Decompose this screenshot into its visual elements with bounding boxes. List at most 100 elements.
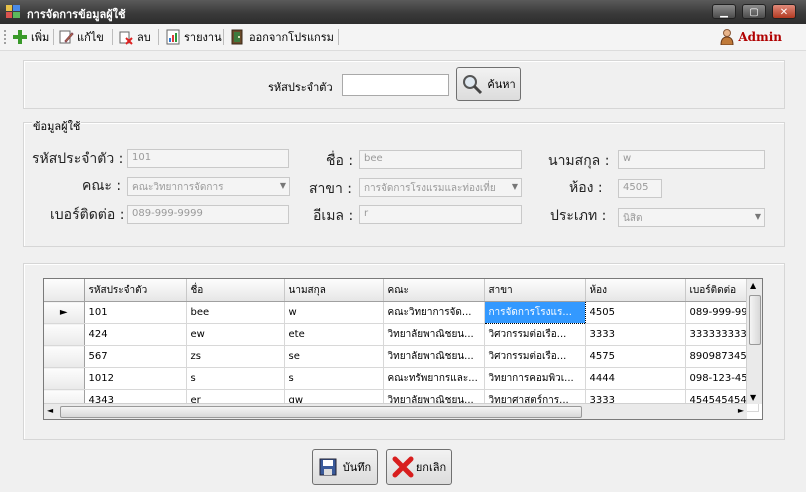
scroll-up-icon[interactable]: ▲ bbox=[750, 281, 756, 290]
cancel-x-icon bbox=[392, 456, 414, 478]
table-cell[interactable]: วิทยาลัยพาณิชยน... bbox=[383, 345, 485, 368]
surname-label: นามสกุล : bbox=[548, 153, 610, 169]
table-cell[interactable]: คณะทรัพยากรและ... bbox=[383, 367, 485, 390]
table-cell[interactable]: วิศวกรรมต่อเรือ... bbox=[484, 323, 586, 346]
table-cell[interactable]: ete bbox=[284, 323, 384, 346]
search-button[interactable]: ค้นหา bbox=[456, 67, 521, 101]
title-bar: การจัดการข้อมูลผู้ใช้ ▁ ▢ ✕ bbox=[0, 0, 806, 24]
email-field[interactable]: r bbox=[359, 205, 522, 224]
users-grid[interactable]: รหัสประจำตัว ชื่อ นามสกุล คณะ สาขา ห้อง … bbox=[43, 278, 763, 420]
search-label: รหัสประจำตัว bbox=[268, 81, 333, 94]
table-cell[interactable]: วิทยาการคอมพิวเ... bbox=[484, 367, 586, 390]
exit-button[interactable]: ออกจากโปรแกรม bbox=[230, 28, 334, 46]
row-header[interactable] bbox=[44, 367, 85, 390]
table-cell[interactable]: bee bbox=[186, 301, 285, 324]
phone-field[interactable]: 089-999-9999 bbox=[127, 205, 289, 224]
horizontal-scroll-thumb[interactable] bbox=[60, 406, 582, 418]
table-cell[interactable]: zs bbox=[186, 345, 285, 368]
scroll-down-icon[interactable]: ▼ bbox=[750, 393, 756, 402]
plus-icon bbox=[13, 30, 27, 44]
table-row[interactable]: 567 zs se วิทยาลัยพาณิชยน... วิศวกรรมต่อ… bbox=[44, 345, 759, 368]
edit-icon bbox=[59, 30, 74, 44]
name-field[interactable]: bee bbox=[359, 150, 522, 169]
faculty-label: คณะ : bbox=[82, 178, 122, 194]
delete-icon bbox=[119, 31, 133, 45]
vertical-scroll-thumb[interactable] bbox=[749, 295, 761, 345]
toolbar: เพิ่ม แก้ไข ลบ รายงาน ออกจากโปรแกรม Admi… bbox=[0, 24, 806, 51]
search-input[interactable] bbox=[342, 74, 449, 96]
vertical-scrollbar[interactable]: ▲ ▼ bbox=[746, 279, 762, 404]
user-name: Admin bbox=[738, 30, 782, 44]
toolbar-grip[interactable] bbox=[4, 30, 8, 44]
column-header[interactable]: ชื่อ bbox=[186, 279, 285, 302]
type-label: ประเภท : bbox=[550, 208, 607, 224]
scroll-right-icon[interactable]: ► bbox=[738, 406, 744, 415]
table-cell[interactable]: 4575 bbox=[585, 345, 686, 368]
horizontal-scrollbar[interactable]: ◄ ► bbox=[44, 403, 747, 419]
exit-door-icon bbox=[231, 29, 243, 45]
row-header[interactable] bbox=[44, 323, 85, 346]
table-cell[interactable]: 567 bbox=[84, 345, 187, 368]
name-label: ชื่อ : bbox=[326, 153, 354, 169]
window-title: การจัดการข้อมูลผู้ใช้ bbox=[27, 8, 126, 21]
table-cell[interactable]: ew bbox=[186, 323, 285, 346]
table-cell-selected[interactable]: การจัดการโรงแร... bbox=[483, 301, 586, 324]
edit-button[interactable]: แก้ไข bbox=[58, 28, 104, 46]
table-cell[interactable]: 4444 bbox=[585, 367, 686, 390]
table-row[interactable]: ► 101 bee w คณะวิทยาการจัด... การจัดการโ… bbox=[44, 301, 759, 324]
magnifier-icon bbox=[463, 75, 483, 95]
table-cell[interactable]: วิทยาลัยพาณิชยน... bbox=[383, 323, 485, 346]
table-cell[interactable]: 1012 bbox=[84, 367, 187, 390]
chevron-down-icon: ▼ bbox=[511, 182, 518, 191]
phone-label: เบอร์ติดต่อ : bbox=[50, 207, 125, 223]
column-header[interactable]: คณะ bbox=[383, 279, 485, 302]
table-cell[interactable]: 3333 bbox=[585, 323, 686, 346]
column-header[interactable]: สาขา bbox=[484, 279, 586, 302]
chevron-down-icon: ▼ bbox=[754, 212, 761, 221]
close-button[interactable]: ✕ bbox=[772, 4, 796, 19]
scroll-left-icon[interactable]: ◄ bbox=[47, 406, 53, 415]
column-header[interactable]: นามสกุล bbox=[284, 279, 384, 302]
delete-button[interactable]: ลบ bbox=[118, 28, 151, 46]
search-panel: รหัสประจำตัว ค้นหา bbox=[23, 60, 785, 109]
row-header[interactable] bbox=[44, 345, 85, 368]
table-cell[interactable]: s bbox=[186, 367, 285, 390]
id-label: รหัสประจำตัว : bbox=[32, 151, 124, 167]
table-cell[interactable]: วิศวกรรมต่อเรือ... bbox=[484, 345, 586, 368]
major-label: สาขา : bbox=[309, 181, 353, 197]
minimize-button[interactable]: ▁ bbox=[712, 4, 736, 19]
table-header-row: รหัสประจำตัว ชื่อ นามสกุล คณะ สาขา ห้อง … bbox=[44, 279, 759, 302]
major-select[interactable]: การจัดการโรงแรมและท่องเที่ย ▼ bbox=[359, 178, 522, 197]
table-row[interactable]: 424 ew ete วิทยาลัยพาณิชยน... วิศวกรรมต่… bbox=[44, 323, 759, 346]
table-row[interactable]: 1012 s s คณะทรัพยากรและ... วิทยาการคอมพิ… bbox=[44, 367, 759, 390]
table-cell[interactable]: 101 bbox=[84, 301, 187, 324]
faculty-select[interactable]: คณะวิทยาการจัดการ ▼ bbox=[127, 177, 290, 196]
user-info-group: ข้อมูลผู้ใช้ รหัสประจำตัว : 101 ชื่อ : b… bbox=[23, 117, 785, 247]
add-button[interactable]: เพิ่ม bbox=[12, 28, 49, 46]
current-row-arrow-icon: ► bbox=[59, 307, 68, 318]
column-header[interactable]: ห้อง bbox=[585, 279, 686, 302]
id-field[interactable]: 101 bbox=[127, 149, 289, 168]
table-cell[interactable]: 4505 bbox=[585, 301, 686, 324]
report-button[interactable]: รายงาน bbox=[165, 28, 222, 46]
table-cell[interactable]: w bbox=[284, 301, 384, 324]
table-cell[interactable]: คณะวิทยาการจัด... bbox=[383, 301, 485, 324]
column-header[interactable]: รหัสประจำตัว bbox=[84, 279, 187, 302]
table-cell[interactable]: se bbox=[284, 345, 384, 368]
current-user: Admin bbox=[720, 29, 782, 45]
table-cell[interactable]: 424 bbox=[84, 323, 187, 346]
app-icon bbox=[6, 5, 20, 18]
room-label: ห้อง : bbox=[569, 180, 603, 196]
surname-field[interactable]: w bbox=[618, 150, 765, 169]
email-label: อีเมล : bbox=[313, 208, 354, 224]
type-select[interactable]: นิสิต ▼ bbox=[618, 208, 765, 227]
maximize-button[interactable]: ▢ bbox=[742, 4, 766, 19]
save-button[interactable]: บันทึก bbox=[312, 449, 378, 485]
user-icon bbox=[720, 29, 734, 45]
cancel-button[interactable]: ยกเลิก bbox=[386, 449, 452, 485]
floppy-disk-icon bbox=[319, 458, 337, 476]
row-header[interactable]: ► bbox=[44, 301, 85, 324]
corner-header[interactable] bbox=[44, 279, 85, 302]
room-field[interactable]: 4505 bbox=[618, 179, 662, 198]
table-cell[interactable]: s bbox=[284, 367, 384, 390]
